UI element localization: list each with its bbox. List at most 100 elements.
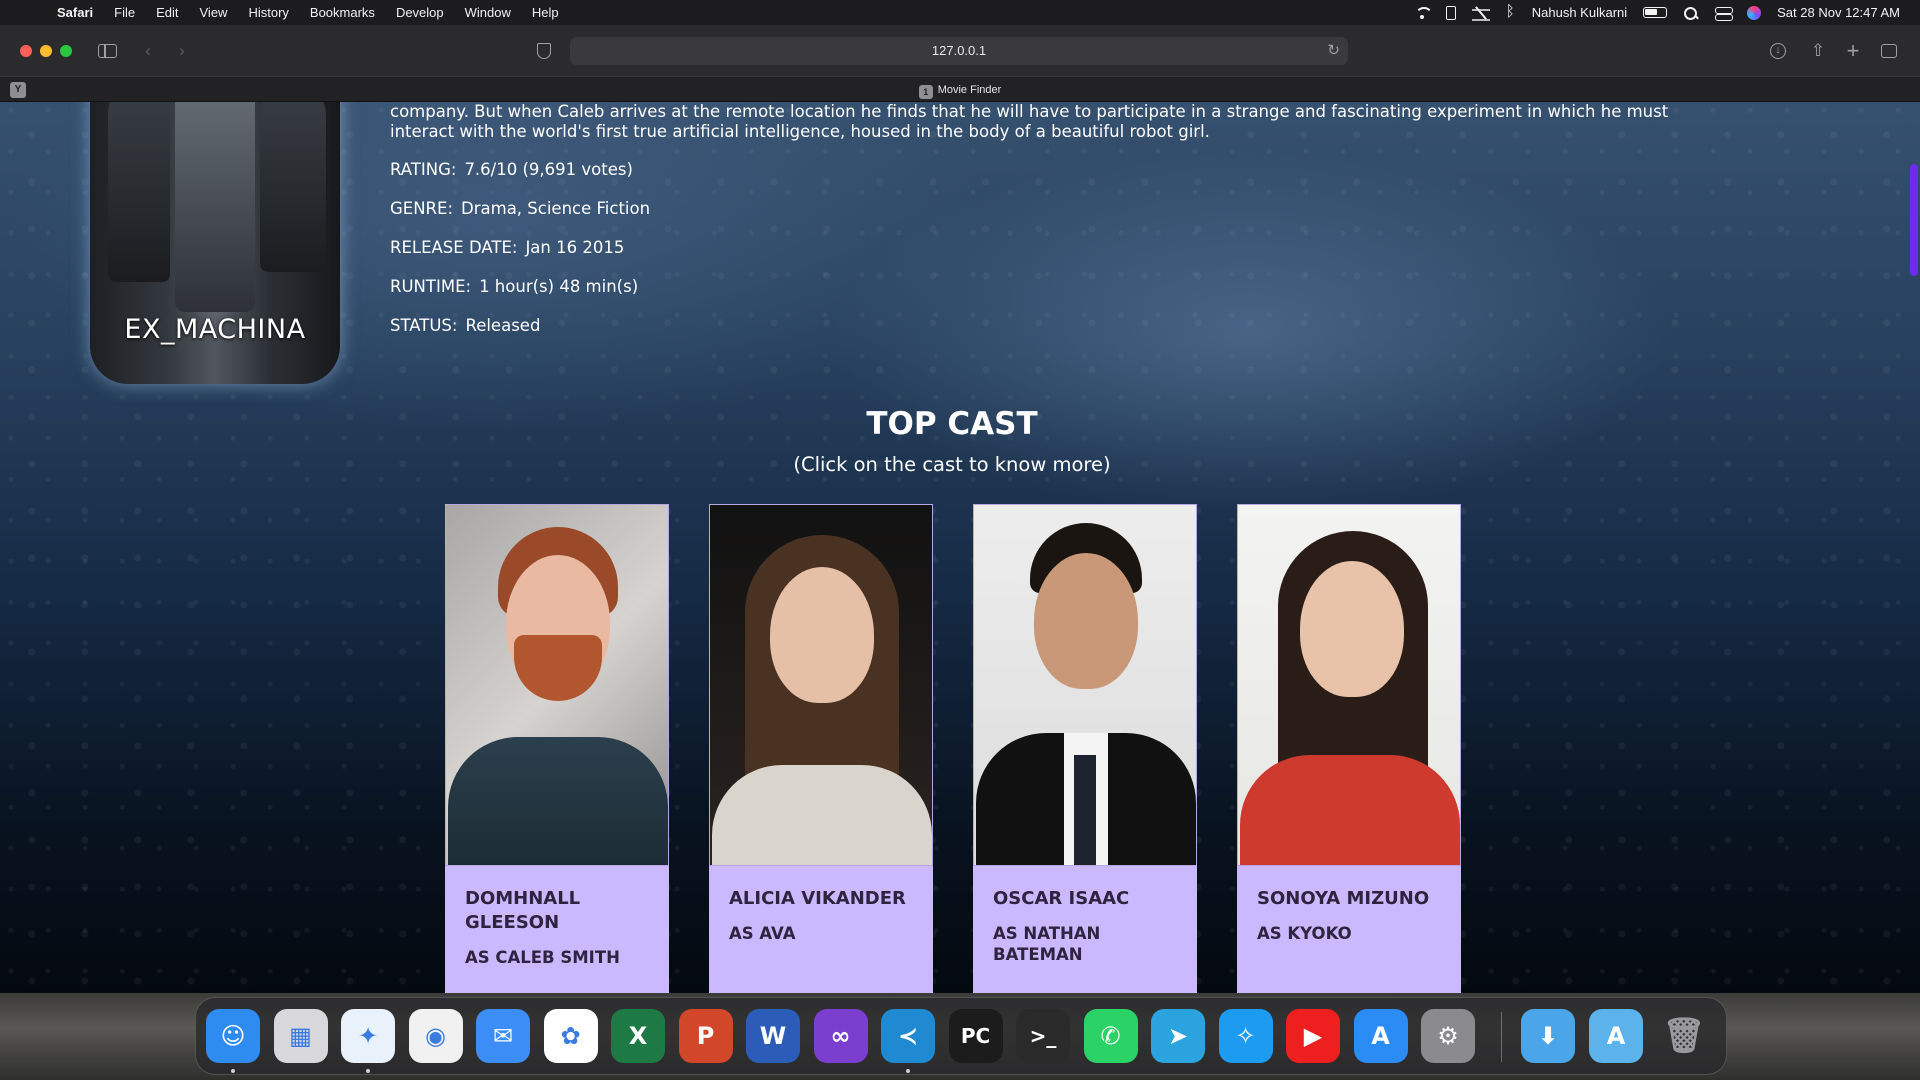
launchpad-icon[interactable]: ▦ (273, 1009, 328, 1063)
cast-section-title: TOP CAST (866, 406, 1038, 442)
cast-photo-face (1034, 553, 1138, 689)
forward-button[interactable]: › (172, 41, 192, 61)
mail-icon[interactable]: ✉ (476, 1009, 530, 1063)
menu-bookmarks[interactable]: Bookmarks (310, 5, 375, 20)
app-store-icon[interactable]: A (1353, 1009, 1408, 1063)
cast-name: DOMHNALL GLEESON (465, 888, 581, 933)
menu-clock[interactable]: Sat 28 Nov 12:47 AM (1777, 5, 1900, 20)
wifi-icon[interactable] (1414, 6, 1433, 20)
privacy-shield-icon[interactable] (537, 43, 551, 59)
excel-icon[interactable]: X (611, 1009, 665, 1063)
downloads-folder-icon[interactable]: ⬇ (1521, 1009, 1575, 1063)
chrome-icon[interactable]: ◉ (408, 1009, 463, 1063)
cast-card[interactable]: DOMHNALL GLEESON AS CALEB SMITH (445, 504, 669, 993)
poster-title: EX_MACHINA (124, 314, 306, 345)
system-preferences-icon[interactable]: ⚙ (1421, 1009, 1475, 1063)
applications-folder-icon[interactable]: A (1589, 1009, 1643, 1063)
fullscreen-window-button[interactable] (60, 45, 72, 57)
share-button[interactable]: ⇧ (1808, 41, 1828, 61)
cast-card[interactable]: ALICIA VIKANDER AS AVA (709, 504, 933, 993)
dock-separator (1501, 1012, 1502, 1062)
detail-label: RATING: (390, 160, 457, 179)
cast-photo (1237, 504, 1461, 866)
menu-edit[interactable]: Edit (156, 5, 178, 20)
vscode-icon[interactable]: ≺ (881, 1009, 935, 1063)
detail-runtime: RUNTIME: 1 hour(s) 48 min(s) (390, 277, 638, 296)
tab-overview-button[interactable] (1881, 44, 1897, 58)
bluetooth-icon[interactable] (1506, 3, 1516, 20)
reload-icon[interactable]: ↻ (1327, 37, 1340, 65)
menu-help[interactable]: Help (532, 5, 559, 20)
spotlight-search-icon[interactable] (1683, 6, 1699, 20)
pycharm-icon[interactable]: PC (948, 1009, 1003, 1063)
menu-app-name[interactable]: Safari (57, 5, 93, 20)
new-tab-button[interactable]: + (1843, 40, 1863, 62)
safari-icon[interactable]: ✦ (341, 1009, 395, 1063)
phone-mirror-icon[interactable] (1445, 5, 1456, 20)
back-button[interactable]: ‹ (138, 41, 158, 61)
cast-photo-body (1240, 755, 1460, 865)
cast-photo-tie (1074, 755, 1096, 865)
poster-figure-right (260, 102, 326, 272)
twitter-icon[interactable]: ✧ (1218, 1009, 1273, 1063)
trash-icon[interactable]: 🗑 (1657, 1009, 1711, 1063)
minimize-window-button[interactable] (40, 45, 52, 57)
cast-photo (445, 504, 669, 866)
tab-movie-finder[interactable]: 1 Movie Finder (0, 78, 1920, 102)
pinned-tab[interactable]: Y (10, 82, 26, 98)
cast-card[interactable]: OSCAR ISAAC AS NATHAN BATEMAN (973, 504, 1197, 993)
youtube-icon[interactable]: ▶ (1286, 1009, 1340, 1063)
running-indicator (906, 1069, 910, 1073)
photos-icon[interactable]: ✿ (543, 1009, 598, 1063)
control-center-icon[interactable] (1715, 6, 1734, 21)
detail-value: 1 hour(s) 48 min(s) (479, 277, 639, 296)
detail-value: 7.6/10 (9,691 votes) (464, 160, 633, 179)
telegram-icon[interactable]: ➤ (1151, 1009, 1205, 1063)
cast-name: SONOYA MIZUNO (1257, 888, 1430, 909)
detail-label: GENRE: (390, 199, 454, 218)
menu-develop[interactable]: Develop (396, 5, 444, 20)
display-mirror-icon[interactable] (1471, 7, 1490, 21)
menu-view[interactable]: View (200, 5, 228, 20)
visual-studio-icon[interactable]: ∞ (813, 1009, 868, 1063)
cast-photo-body (448, 737, 668, 865)
detail-rating: RATING: 7.6/10 (9,691 votes) (390, 160, 633, 179)
menu-user-name[interactable]: Nahush Kulkarni (1532, 5, 1627, 20)
detail-genre: GENRE: Drama, Science Fiction (390, 199, 650, 218)
cast-card[interactable]: SONOYA MIZUNO AS KYOKO (1237, 504, 1461, 993)
cast-photo (973, 504, 1197, 866)
detail-label: RUNTIME: (390, 277, 472, 296)
page-scrollbar[interactable] (1910, 164, 1918, 276)
siri-icon[interactable] (1747, 5, 1762, 20)
cast-photo-face (770, 567, 874, 703)
address-url: 127.0.0.1 (931, 43, 987, 58)
detail-label: RELEASE DATE: (390, 238, 518, 257)
cast-photo-face (1300, 561, 1404, 697)
address-bar[interactable]: 127.0.0.1 ↻ (570, 37, 1348, 65)
finder-icon[interactable]: ☺ (206, 1009, 260, 1063)
detail-value: Jan 16 2015 (525, 238, 625, 257)
cast-role: AS CALEB SMITH (465, 948, 620, 967)
poster-figure-left (108, 102, 170, 282)
tab-favicon: 1 (918, 85, 933, 99)
detail-value: Released (465, 316, 541, 335)
menu-file[interactable]: File (114, 5, 135, 20)
whatsapp-icon[interactable]: ✆ (1083, 1009, 1138, 1063)
cast-role: AS NATHAN BATEMAN (993, 924, 1101, 964)
cast-section-subtitle: (Click on the cast to know more) (793, 453, 1111, 476)
detail-release-date: RELEASE DATE: Jan 16 2015 (390, 238, 624, 257)
word-icon[interactable]: W (746, 1009, 800, 1063)
downloads-button[interactable]: ↓ (1770, 43, 1786, 59)
terminal-icon[interactable]: >_ (1016, 1009, 1070, 1063)
detail-label: STATUS: (390, 316, 458, 335)
menu-window[interactable]: Window (465, 5, 511, 20)
web-page[interactable]: EX_MACHINA company. But when Caleb arriv… (0, 102, 1920, 993)
sidebar-toggle-icon[interactable] (98, 44, 117, 58)
battery-icon[interactable] (1643, 7, 1668, 18)
menu-history[interactable]: History (248, 5, 288, 20)
cast-role: AS KYOKO (1257, 924, 1352, 943)
close-window-button[interactable] (20, 45, 32, 57)
cast-name: OSCAR ISAAC (993, 888, 1130, 909)
powerpoint-icon[interactable]: P (678, 1009, 733, 1063)
running-indicator (231, 1069, 235, 1073)
